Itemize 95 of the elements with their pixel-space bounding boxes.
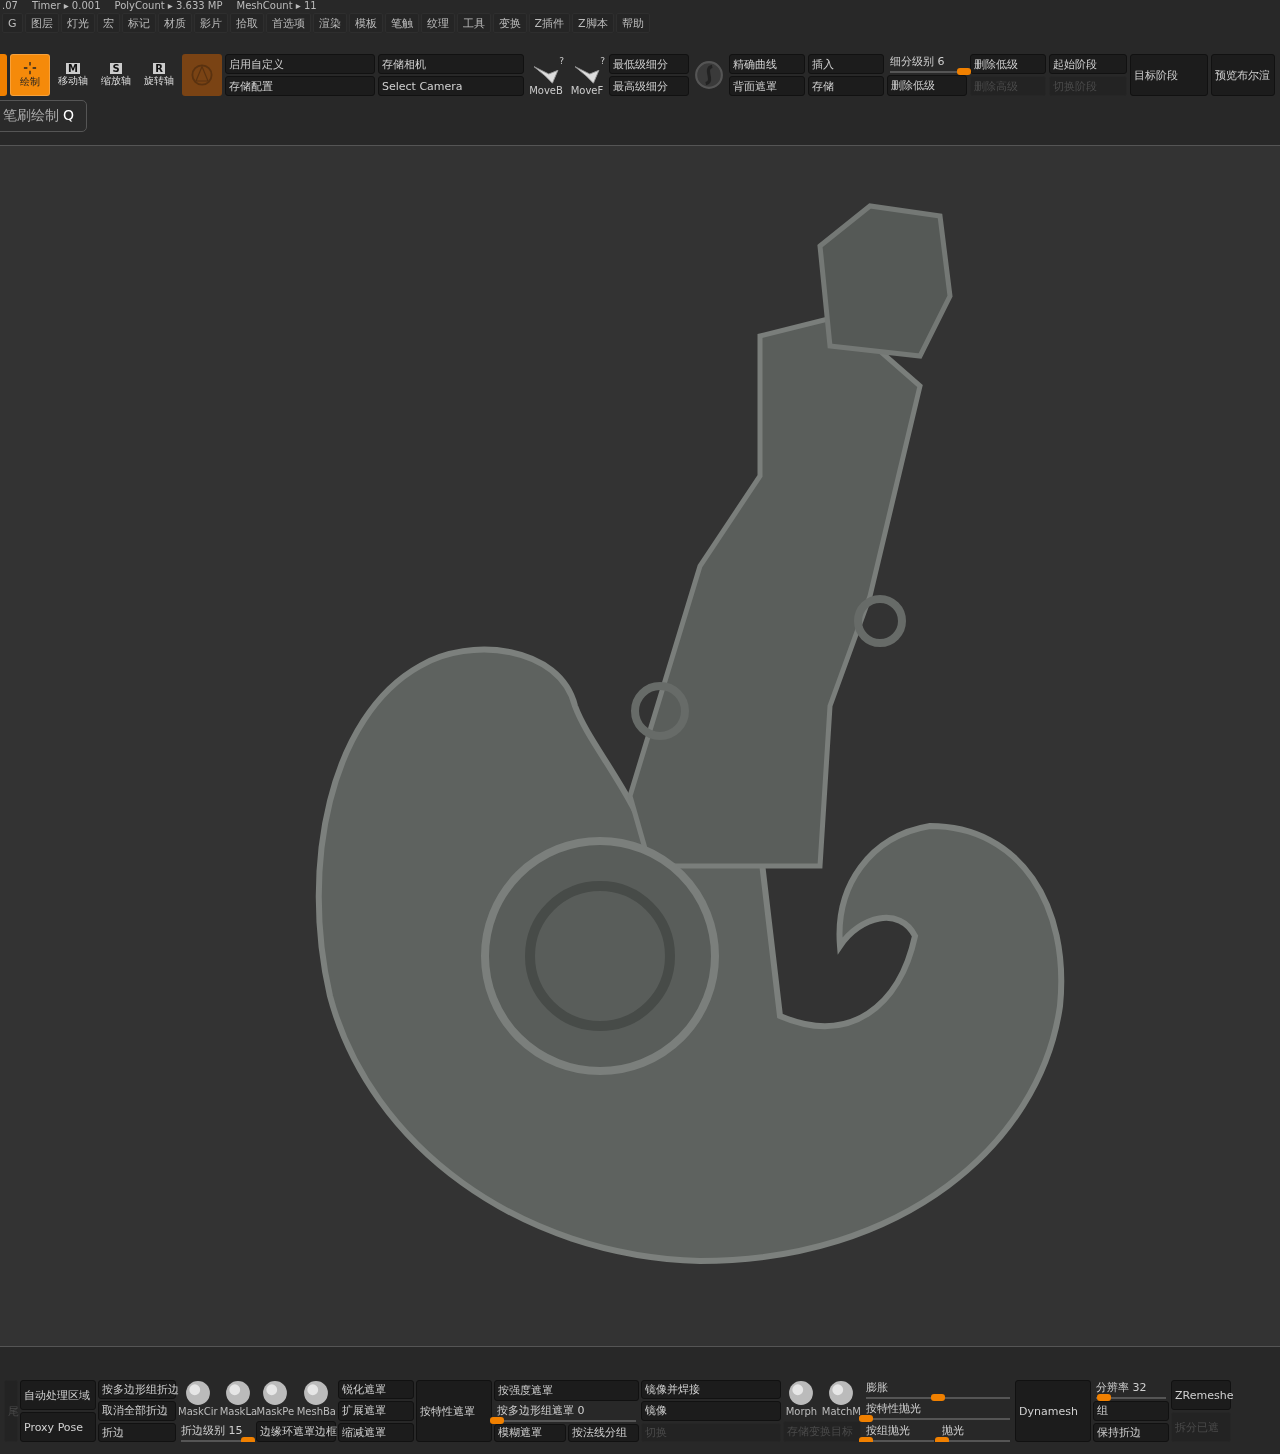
slider[interactable]: 分辨率 32: [1093, 1380, 1169, 1399]
toolbar-button[interactable]: 按强度遮罩: [494, 1380, 639, 1401]
toolbar-button[interactable]: 取消全部折边: [98, 1401, 176, 1421]
toolbar-button[interactable]: 起始阶段: [1049, 54, 1127, 74]
slider-thumb[interactable]: [859, 1436, 873, 1442]
brush-icon: [532, 63, 560, 85]
toolbar-button[interactable]: 存储相机: [378, 54, 524, 74]
toolbar-button[interactable]: Dynamesh: [1015, 1380, 1091, 1442]
toolbar-button[interactable]: 缩减遮罩: [338, 1422, 414, 1442]
tool-button[interactable]: 绘制: [10, 54, 50, 96]
slider-thumb[interactable]: [490, 1416, 504, 1424]
menu-item[interactable]: 工具: [456, 13, 491, 33]
menu-item[interactable]: 笔触: [384, 13, 419, 33]
toolbar-button[interactable]: 启用自定义: [225, 54, 375, 74]
slider-thumb[interactable]: [931, 1394, 945, 1402]
toolbar-button[interactable]: 边缘环遮罩边框: [256, 1420, 336, 1442]
brush-button[interactable]: MaskLa: [219, 1380, 258, 1420]
status-text: .07: [2, 0, 18, 12]
shortcut-key: Q: [63, 107, 75, 125]
slider[interactable]: 折边级别 15: [178, 1422, 254, 1442]
menu-item[interactable]: 影片: [193, 13, 228, 33]
brush-button[interactable]: Morph: [783, 1380, 820, 1419]
axis-icon: M: [66, 62, 80, 74]
brush-button[interactable]: MaskCir: [178, 1380, 218, 1420]
toolbar-button[interactable]: ZRemeshe: [1171, 1380, 1231, 1410]
menu-item[interactable]: 宏: [96, 13, 120, 33]
brush-button[interactable]: ? MoveF: [568, 54, 606, 96]
menu-item[interactable]: 灯光: [60, 13, 95, 33]
toolbar-button[interactable]: 按特性遮罩: [416, 1380, 492, 1442]
slider-thumb[interactable]: [935, 1436, 949, 1442]
material-swatch[interactable]: [182, 54, 222, 96]
status-text: MeshCount ▸ 11: [236, 0, 317, 12]
tool-button[interactable]: R 旋转轴: [139, 54, 179, 96]
menu-item[interactable]: 拾取: [229, 13, 264, 33]
toolbar-button[interactable]: 插入: [808, 54, 884, 74]
menu-item[interactable]: 模板: [348, 13, 383, 33]
tooltip-text: 笔刷绘制: [3, 107, 59, 125]
slider-thumb[interactable]: [1097, 1394, 1112, 1401]
axis-icon: R: [153, 62, 165, 74]
slider[interactable]: 按特性抛光: [863, 1401, 1013, 1421]
menu-item[interactable]: Z脚本: [572, 13, 614, 33]
slider[interactable]: 膨胀: [863, 1380, 1013, 1400]
toolbar-button[interactable]: 折边: [98, 1422, 176, 1442]
toolbar-button[interactable]: 自动处理区域: [20, 1380, 96, 1410]
toolbar-button[interactable]: 组: [1093, 1401, 1169, 1421]
axis-icon: S: [110, 62, 122, 74]
menu-item[interactable]: G: [2, 13, 23, 33]
toolbar-button[interactable]: 保持折边: [1093, 1422, 1169, 1442]
status-text: PolyCount ▸ 3.633 MP: [114, 0, 223, 12]
toolbar-button[interactable]: 镜像: [641, 1401, 781, 1421]
toolbar-button[interactable]: 删除低级: [887, 75, 967, 96]
brush-button[interactable]: ? MoveB: [527, 54, 565, 96]
menu-item[interactable]: 标记: [121, 13, 156, 33]
tool-button[interactable]: S 缩放轴: [96, 54, 136, 96]
menu-item[interactable]: 图层: [24, 13, 59, 33]
toolbar-button[interactable]: Proxy Pose: [20, 1412, 96, 1442]
status-text: Timer ▸ 0.001: [31, 0, 101, 12]
brush-button[interactable]: MatchM: [821, 1380, 861, 1419]
menu-item[interactable]: 纹理: [420, 13, 455, 33]
crosshair-icon: [23, 61, 37, 75]
toolbar-button[interactable]: 模糊遮罩: [494, 1423, 566, 1442]
tool-button[interactable]: M 移动轴: [53, 54, 93, 96]
brush-button[interactable]: MaskPe: [256, 1380, 295, 1419]
toolbar-button[interactable]: 扩展遮罩: [338, 1401, 414, 1421]
toolbar-button[interactable]: 删除低级: [970, 54, 1046, 74]
toolbar-button[interactable]: 最低级细分: [609, 54, 689, 74]
toolbar-button[interactable]: 按法线分组: [567, 1423, 639, 1442]
menu-item[interactable]: 首选项: [265, 13, 311, 33]
toolbar-button[interactable]: 背面遮罩: [729, 76, 805, 96]
help-mark: ?: [559, 56, 564, 66]
menu-item[interactable]: 帮助: [615, 13, 650, 33]
toolbar-button[interactable]: 镜像并焊接: [641, 1380, 781, 1400]
slider-thumb[interactable]: [859, 1415, 873, 1423]
brush-icon: [573, 63, 601, 85]
toolbar-button[interactable]: 预览布尔渲: [1211, 54, 1275, 96]
toolbar-button[interactable]: Select Camera: [378, 76, 524, 96]
toolbar-button[interactable]: 按多边形组折边: [98, 1380, 176, 1400]
slider-thumb[interactable]: [957, 68, 971, 75]
menu-item[interactable]: 材质: [157, 13, 192, 33]
brush-button[interactable]: MeshBa: [296, 1380, 336, 1419]
slider[interactable]: 按组抛光: [863, 1422, 937, 1442]
toolbar-button[interactable]: 存储配置: [225, 76, 375, 96]
slider[interactable]: 细分级别 6: [887, 54, 967, 73]
slider-thumb[interactable]: [240, 1436, 255, 1442]
menu-item[interactable]: 渲染: [312, 13, 347, 33]
toolbar-button[interactable]: 锐化遮罩: [338, 1380, 414, 1400]
slider[interactable]: 按多边形组遮罩 0: [494, 1402, 639, 1422]
toolbar-button[interactable]: 最高级细分: [609, 76, 689, 96]
help-mark: ?: [600, 56, 605, 66]
menu-item[interactable]: Z插件: [528, 13, 571, 33]
toolbar-button[interactable]: 存储: [808, 76, 884, 96]
toolbar-button[interactable]: 目标阶段: [1130, 54, 1208, 96]
slider[interactable]: 抛光: [939, 1422, 1013, 1442]
toolbar-button[interactable]: 精确曲线: [729, 54, 805, 74]
menu-item[interactable]: 变换: [492, 13, 527, 33]
